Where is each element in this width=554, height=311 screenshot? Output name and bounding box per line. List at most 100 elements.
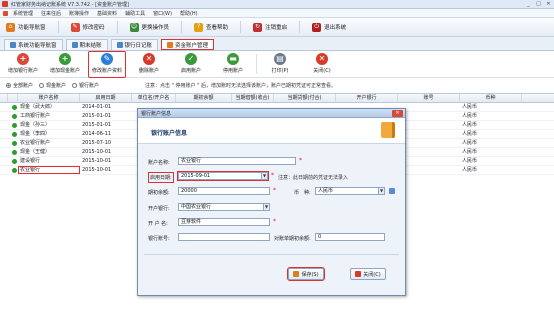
tab-icon	[167, 42, 174, 48]
col-header-holder[interactable]: 单位名/开户名	[132, 94, 176, 102]
quick-power-button[interactable]: ⏻ 退出系统	[312, 22, 346, 32]
home-icon: ⌂	[6, 22, 15, 32]
unreconciled-input[interactable]: 0	[315, 233, 385, 241]
status-dot-icon	[8, 139, 18, 147]
title-bar: 红管家财务出纳记账系统 V7.3.742 - [资金账户管理] _ □ ✕	[0, 0, 554, 9]
cell-name: 工商银行账户	[20, 113, 51, 119]
holder-input[interactable]: 豆芽软件	[178, 218, 270, 226]
tab-2[interactable]: 银行日记账	[110, 39, 159, 50]
menu-bar: 系统管理 往来往后 账簿操作 基础资料 辅助工具 窗口(W) 帮助(H)	[0, 9, 554, 18]
filter-bank[interactable]: 银行账户	[72, 82, 99, 89]
tab-label: 资金账户管理	[175, 43, 209, 49]
menu-basic-data[interactable]: 基础资料	[94, 10, 120, 17]
menu-tools[interactable]: 辅助工具	[122, 10, 148, 17]
quick-home-button[interactable]: ⌂ 功能导航窗	[6, 22, 46, 32]
menu-transactions[interactable]: 往来往后	[38, 10, 64, 17]
currency-settings-icon[interactable]	[389, 188, 395, 194]
cell-date: 2015-01-01	[82, 122, 112, 128]
status-dot-icon	[8, 103, 18, 111]
tool-label: 增加现金账户	[49, 68, 80, 74]
quick-button-label: 功能导航窗	[18, 25, 46, 31]
enable-icon: ✓	[185, 53, 197, 65]
row-marker	[0, 112, 8, 120]
filter-cash[interactable]: 现金账户	[39, 82, 66, 89]
help-icon: ?	[194, 22, 204, 32]
menu-ledgers[interactable]: 账簿操作	[66, 10, 92, 17]
dialog-header: 银行账户信息	[138, 118, 405, 144]
tab-1[interactable]: 期末结账	[65, 39, 108, 50]
col-header[interactable]	[8, 94, 18, 102]
cell-currency: 人民币	[462, 149, 478, 155]
disable-icon: ▬	[227, 53, 239, 65]
col-header-debit[interactable]: 当期借额(收合)	[232, 94, 274, 102]
col-header-name[interactable]: 账户名称	[18, 94, 80, 102]
cell-date: 2015-01-01	[82, 113, 112, 119]
printer-button[interactable]: ▤ 打印(P)	[261, 51, 299, 78]
tab-3[interactable]: 资金账户管理	[161, 39, 215, 50]
radio-dot	[72, 83, 78, 88]
add-cash-button[interactable]: + 增加现金账户	[46, 51, 84, 78]
toolbar-separator	[240, 21, 242, 33]
tab-0[interactable]: 系统功能导航窗	[4, 39, 63, 50]
row-marker	[0, 166, 8, 174]
delete-button[interactable]: ✕ 删除账户	[130, 51, 168, 78]
quick-key-button[interactable]: ✎ 修改密码	[70, 22, 105, 32]
cell-name: 现金（李四）	[20, 131, 51, 137]
grid-header: 账户名称 启用日期 单位名/开户名 期初余额 当期借额(收合) 当期贷额(付合)…	[0, 94, 554, 103]
close-button[interactable]: ✕ 关闭(C)	[303, 51, 341, 78]
add-bank-button[interactable]: + 增加银行账户	[4, 51, 42, 78]
filter-all[interactable]: 全部账户	[6, 82, 33, 89]
col-header-opening[interactable]: 期初余额	[176, 94, 232, 102]
menu-app-icon	[3, 10, 8, 16]
col-header-bank[interactable]: 开户银行	[336, 94, 398, 102]
opening-balance-input[interactable]: 20000	[178, 187, 270, 195]
quick-restart-button[interactable]: ↻ 注销重启	[253, 22, 287, 32]
cell-name: 建设银行	[20, 158, 41, 164]
cell-name: 农业银行	[18, 166, 80, 174]
menu-window[interactable]: 窗口(W)	[150, 10, 175, 17]
enable-button[interactable]: ✓ 启用账户	[172, 51, 210, 78]
user-icon: ☺	[129, 22, 139, 32]
currency-dropdown-icon[interactable]: ▼	[378, 188, 384, 194]
radio-dot	[39, 83, 45, 88]
edit-button[interactable]: ✎ 修改账户资料	[88, 51, 126, 78]
menu-help[interactable]: 帮助(H)	[177, 10, 201, 17]
col-header-account[interactable]: 账号	[398, 94, 460, 102]
save-button[interactable]: 保存(S)	[287, 267, 325, 281]
close-dialog-button[interactable]: 关闭(C)	[350, 268, 386, 280]
col-header-credit[interactable]: 当期贷额(付合)	[274, 94, 336, 102]
start-date-hint: 注意：此日期前的凭证无法录入	[278, 175, 349, 181]
col-header-date[interactable]: 启用日期	[80, 94, 132, 102]
restart-icon: ↻	[253, 22, 263, 32]
cell-date: 2015-10-01	[82, 149, 112, 155]
quick-button-label: 更换操作员	[141, 25, 170, 31]
menu-system[interactable]: 系统管理	[10, 10, 36, 17]
account-name-input[interactable]: 农业银行	[178, 157, 296, 165]
close-window-button[interactable]: ✕	[545, 1, 552, 7]
bank-dropdown-icon[interactable]: ▼	[263, 204, 269, 210]
minimize-button[interactable]: _	[525, 1, 532, 7]
bank-select[interactable]: 中国农业银行 ▼	[178, 203, 270, 211]
col-header[interactable]	[0, 94, 8, 102]
currency-select[interactable]: 人民币 ▼	[315, 187, 385, 195]
filter-note: 注意：点击 " 停用账户 " 后，增加账时无法选择该账户，账户已期初凭证可正常查…	[145, 83, 337, 89]
tool-label: 增加银行账户	[7, 68, 38, 74]
filter-cash-label: 现金账户	[46, 83, 67, 89]
start-date-value: 2015-09-01	[181, 173, 211, 179]
cell-account	[398, 157, 460, 165]
account-toolbar: + 增加银行账户 + 增加现金账户 ✎ 修改账户资料 ✕ 删除账户 ✓ 启用账户 ▬ 停用账户 ▤ 打印(…	[0, 51, 554, 78]
col-header-currency[interactable]: 币种	[460, 94, 522, 102]
start-date-input[interactable]: 2015-09-01 ▼	[177, 171, 269, 181]
maximize-button[interactable]: □	[535, 1, 542, 7]
status-dot	[11, 104, 17, 110]
status-dot	[11, 140, 17, 146]
account-no-input[interactable]	[178, 233, 270, 241]
date-dropdown-icon[interactable]: ▼	[261, 173, 267, 179]
quick-user-button[interactable]: ☺ 更换操作员	[129, 22, 170, 32]
cell-currency: 人民币	[462, 122, 478, 128]
quick-button-label: 查看帮助	[206, 25, 229, 31]
dialog-close-icon[interactable]: ✕	[392, 110, 403, 117]
disable-button[interactable]: ▬ 停用账户	[214, 51, 252, 78]
quick-help-button[interactable]: ? 查看帮助	[194, 22, 229, 32]
delete-icon: ✕	[143, 53, 155, 65]
